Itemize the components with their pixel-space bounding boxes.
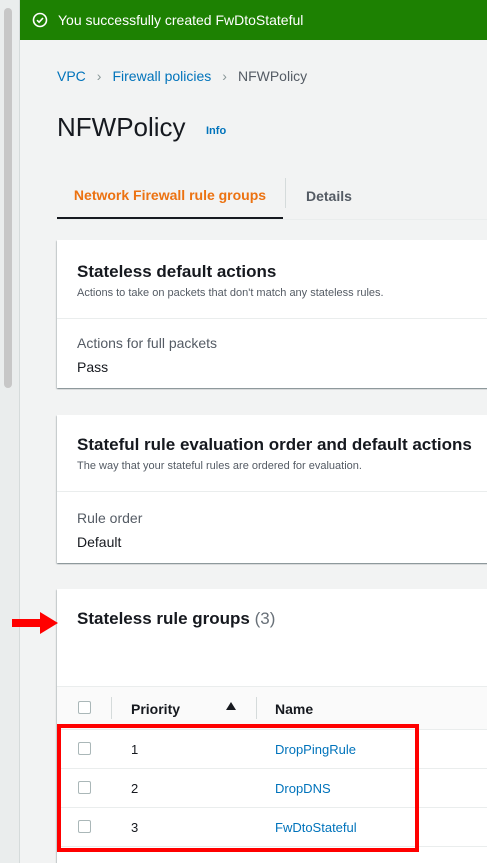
success-flash-banner: You successfully created FwDtoStateful <box>20 0 487 40</box>
tabs-underline <box>57 219 487 220</box>
check-circle-icon <box>32 12 48 28</box>
column-divider <box>111 697 112 719</box>
card-title: Stateless rule groups (3) <box>77 609 275 629</box>
breadcrumb-vpc[interactable]: VPC <box>57 68 86 84</box>
stateful-order-card: Stateful rule evaluation order and defau… <box>57 415 487 563</box>
flash-message: You successfully created FwDtoStateful <box>58 12 304 28</box>
card-title: Stateless default actions <box>77 262 277 281</box>
column-header-name[interactable]: Name <box>275 701 313 717</box>
column-divider <box>256 697 257 719</box>
rule-group-count: (3) <box>254 609 276 628</box>
card-title-text: Stateless rule groups <box>77 609 250 628</box>
sort-ascending-icon[interactable] <box>226 702 236 710</box>
breadcrumb-firewall-policies[interactable]: Firewall policies <box>112 68 211 84</box>
field-value: Default <box>77 534 122 550</box>
annotation-highlight-box <box>57 724 419 852</box>
breadcrumb-current: NFWPolicy <box>237 68 308 84</box>
column-header-priority[interactable]: Priority <box>131 701 180 717</box>
card-description: The way that your stateful rules are ord… <box>77 460 362 472</box>
field-value: Pass <box>77 359 109 375</box>
tab-divider <box>285 178 286 208</box>
page-title: NFWPolicy <box>57 112 186 142</box>
stateless-default-actions-card: Stateless default actions Actions to tak… <box>57 240 487 388</box>
tab-details[interactable]: Details <box>306 172 352 220</box>
field-label: Rule order <box>77 510 143 526</box>
tab-rule-groups[interactable]: Network Firewall rule groups <box>57 172 283 220</box>
card-description: Actions to take on packets that don't ma… <box>77 287 384 299</box>
left-scroll-rail <box>0 0 20 863</box>
info-link[interactable]: Info <box>206 125 226 137</box>
right-arrow-icon <box>12 612 58 634</box>
breadcrumb: VPC › Firewall policies › NFWPolicy <box>57 68 307 84</box>
scrollbar-thumb[interactable] <box>4 8 12 388</box>
field-label: Actions for full packets <box>77 335 218 351</box>
tab-bar: Network Firewall rule groups Details <box>57 172 487 220</box>
select-all-checkbox[interactable] <box>78 701 91 714</box>
chevron-right-icon: › <box>96 68 102 84</box>
card-title: Stateful rule evaluation order and defau… <box>77 435 472 454</box>
chevron-right-icon: › <box>222 68 227 84</box>
